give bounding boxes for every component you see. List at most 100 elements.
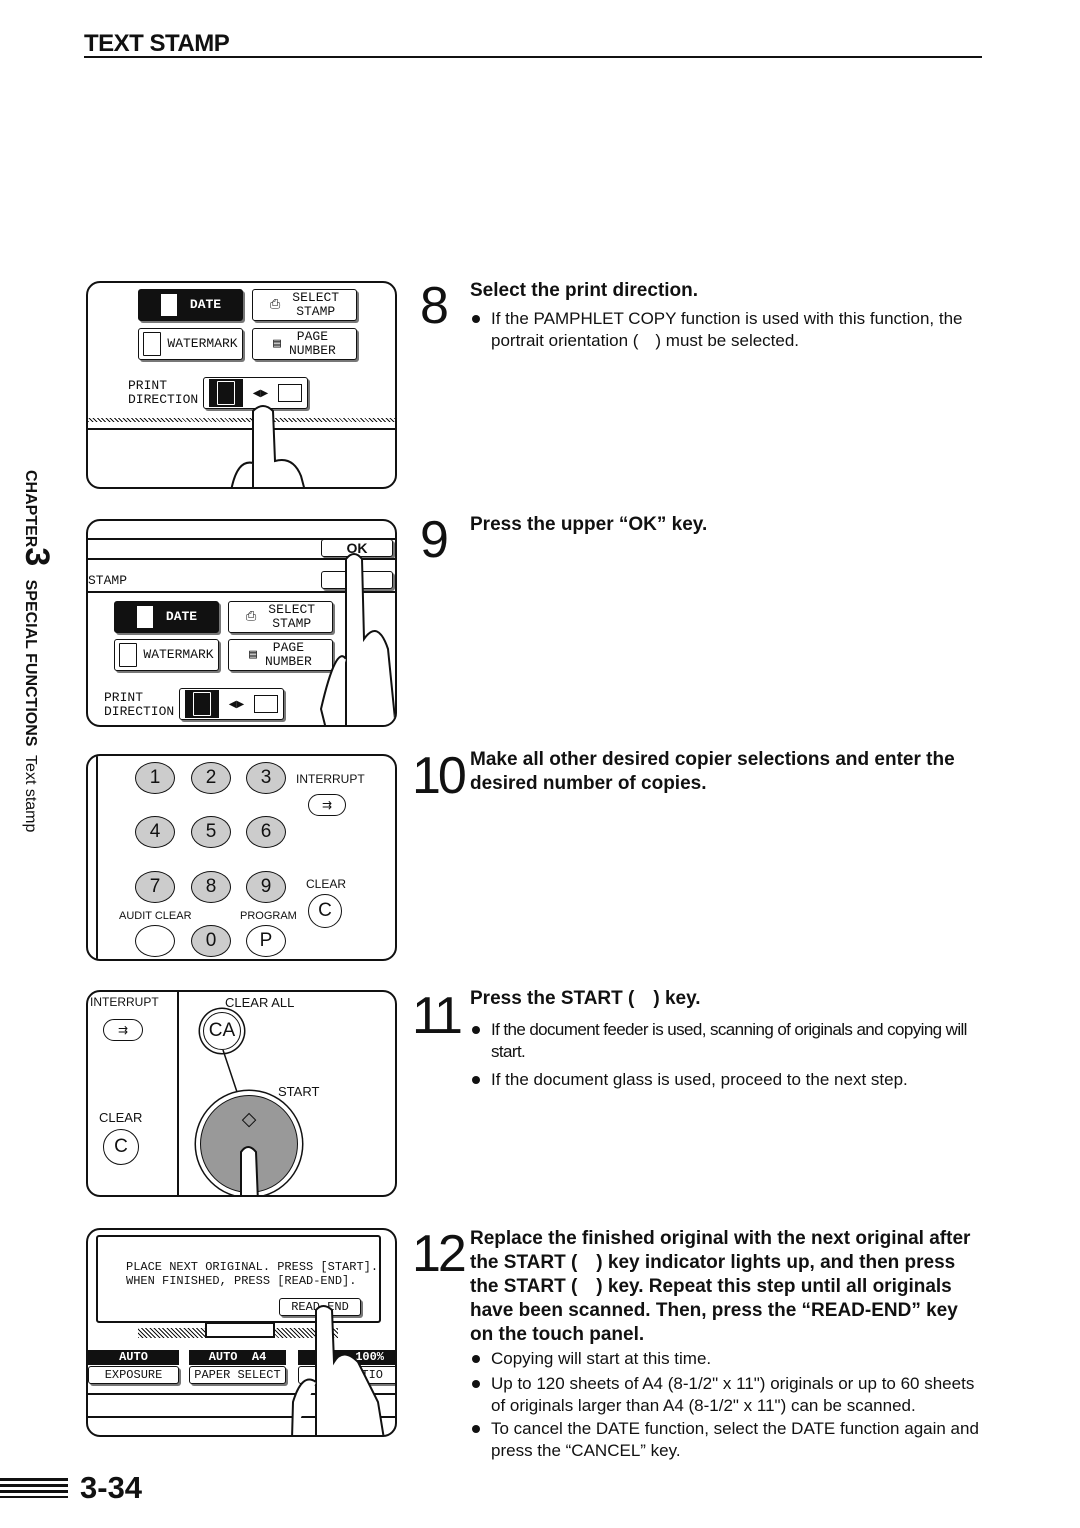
page-number-icon: ▤ xyxy=(273,336,281,351)
key-6[interactable]: 6 xyxy=(246,816,286,848)
panel-divider xyxy=(177,992,179,1195)
page-number: 3-34 xyxy=(80,1470,143,1505)
select-stamp-line1: SELECT xyxy=(268,602,316,617)
step-12-bullet: Copying will start at this time. xyxy=(470,1348,985,1370)
step-12-bullet: To cancel the DATE function, select the … xyxy=(470,1418,985,1462)
date-button[interactable]: DATE xyxy=(138,289,243,321)
interrupt-label: INTERRUPT xyxy=(90,995,159,1009)
chapter-side-label: CHAPTER3 SPECIAL FUNCTIONS Text stamp xyxy=(17,470,56,832)
step-12-heading: Replace the finished original with the n… xyxy=(470,1228,971,1345)
key-2[interactable]: 2 xyxy=(191,762,231,794)
chapter-label: CHAPTER xyxy=(22,470,39,548)
step-9-heading: Press the upper “OK” key. xyxy=(470,514,708,535)
watermark-button[interactable]: WATERMARK xyxy=(114,639,219,671)
print-direction-line1: PRINT xyxy=(128,378,168,393)
page-number-line1: PAGE xyxy=(272,640,305,655)
clear-all-label: CLEAR ALL xyxy=(225,995,295,1010)
clear-button[interactable]: C xyxy=(103,1129,139,1165)
print-direction-line1: PRINT xyxy=(104,690,144,705)
page-number-line1: PAGE xyxy=(296,329,329,344)
date-label: DATE xyxy=(165,609,198,624)
interrupt-button[interactable]: ⇉ xyxy=(103,1019,143,1041)
page-title: TEXT STAMP xyxy=(84,30,230,57)
print-direction-line2: DIRECTION xyxy=(104,704,175,719)
footer-lines xyxy=(0,1478,68,1498)
toggle-arrows-icon: ◀▶ xyxy=(252,387,269,399)
key-8[interactable]: 8 xyxy=(191,871,231,903)
start-panel: INTERRUPT ⇉ CLEAR ALL CA START ◇ CLEAR C xyxy=(86,990,397,1197)
key-3[interactable]: 3 xyxy=(246,762,286,794)
landscape-icon xyxy=(278,384,303,402)
program-button[interactable]: P xyxy=(246,925,286,957)
watermark-button[interactable]: WATERMARK xyxy=(138,328,243,360)
key-9[interactable]: 9 xyxy=(246,871,286,903)
step-11-bullet: If the document glass is used, proceed t… xyxy=(470,1069,985,1091)
select-stamp-line2: STAMP xyxy=(272,616,312,631)
paper-select-button[interactable]: PAPER SELECT xyxy=(189,1366,286,1384)
interrupt-button[interactable]: ⇉ xyxy=(308,794,346,816)
connector-line xyxy=(222,1050,239,1096)
stamp-icon: ⎙ xyxy=(269,297,281,312)
toggle-arrows-icon: ◀▶ xyxy=(228,698,245,710)
exposure-value: AUTO xyxy=(88,1350,179,1365)
step-11-heading: Press the START ( ) key. xyxy=(470,988,701,1009)
step-11-number: 11 xyxy=(412,987,463,1045)
select-stamp-button[interactable]: ⎙ SELECT STAMP xyxy=(252,289,357,321)
step-9-number: 9 xyxy=(420,511,449,569)
date-button[interactable]: DATE xyxy=(114,601,219,633)
portrait-icon xyxy=(184,690,219,718)
watermark-label: WATERMARK xyxy=(143,647,214,662)
key-1[interactable]: 1 xyxy=(135,762,175,794)
landscape-icon xyxy=(254,695,279,713)
clear-button[interactable]: C xyxy=(308,894,342,928)
paper-value: AUTO A4 xyxy=(189,1350,286,1365)
stamp-title: STAMP xyxy=(88,573,128,588)
pointing-hand-icon xyxy=(230,405,305,487)
title-rule xyxy=(84,56,982,58)
panel-tab-center xyxy=(205,1322,275,1338)
subsection-label: Text stamp xyxy=(22,755,39,833)
step-12-number: 12 xyxy=(412,1225,467,1283)
date-doc-icon xyxy=(135,605,154,629)
step-12-bullet: Up to 120 sheets of A4 (8-1/2" x 11") or… xyxy=(470,1373,985,1417)
key-0[interactable]: 0 xyxy=(191,925,231,957)
stamp-icon: ⎙ xyxy=(245,609,257,624)
step-8-heading: Select the print direction. xyxy=(470,280,699,301)
watermark-doc-icon xyxy=(119,643,138,667)
step-8-number: 8 xyxy=(420,277,449,335)
print-direction-selector[interactable]: ◀▶ xyxy=(179,688,284,720)
step-10-number: 10 xyxy=(412,747,467,805)
pointing-hand-icon xyxy=(319,553,395,725)
key-5[interactable]: 5 xyxy=(191,816,231,848)
key-4[interactable]: 4 xyxy=(135,816,175,848)
print-direction-label: PRINT DIRECTION xyxy=(128,379,198,407)
key-7[interactable]: 7 xyxy=(135,871,175,903)
step-11-bullet: If the document feeder is used, scanning… xyxy=(470,1019,985,1063)
audit-clear-label: AUDIT CLEAR xyxy=(119,910,192,922)
select-stamp-line1: SELECT xyxy=(292,290,340,305)
pointing-hand-icon xyxy=(291,1305,385,1435)
section-label: SPECIAL FUNCTIONS xyxy=(22,579,39,747)
start-diamond-icon: ◇ xyxy=(241,1109,257,1130)
page-number-button[interactable]: ▤ PAGE NUMBER xyxy=(252,328,357,360)
panel-line xyxy=(96,756,98,959)
page-number-line2: NUMBER xyxy=(289,343,336,358)
audit-clear-button[interactable] xyxy=(135,925,175,957)
message-line2: WHEN FINISHED, PRESS [READ-END]. xyxy=(126,1274,357,1288)
date-doc-icon xyxy=(159,293,178,317)
select-stamp-line2: STAMP xyxy=(296,304,336,319)
print-direction-label: PRINT DIRECTION xyxy=(104,691,174,719)
print-direction-line2: DIRECTION xyxy=(128,392,199,407)
ok-panel: OK STAMP DATE ⎙ SELECT STAMP WATERMARK ▤ PA… xyxy=(86,519,397,727)
keypad-panel: 1 2 3 INTERRUPT ⇉ 4 5 6 7 8 9 CLEAR C AU… xyxy=(86,754,397,961)
chapter-number: 3 xyxy=(18,547,56,567)
step-8-bullet: If the PAMPHLET COPY function is used wi… xyxy=(470,308,985,352)
clear-all-button[interactable]: CA xyxy=(203,1012,241,1050)
watermark-label: WATERMARK xyxy=(167,336,238,351)
page-number-line2: NUMBER xyxy=(265,654,312,669)
program-label: PROGRAM xyxy=(240,910,297,922)
exposure-button[interactable]: EXPOSURE xyxy=(88,1366,179,1384)
watermark-doc-icon xyxy=(143,332,162,356)
date-label: DATE xyxy=(189,297,222,312)
print-direction-panel: DATE ⎙ SELECT STAMP WATERMARK ▤ PAGE NUMBER … xyxy=(86,281,397,489)
